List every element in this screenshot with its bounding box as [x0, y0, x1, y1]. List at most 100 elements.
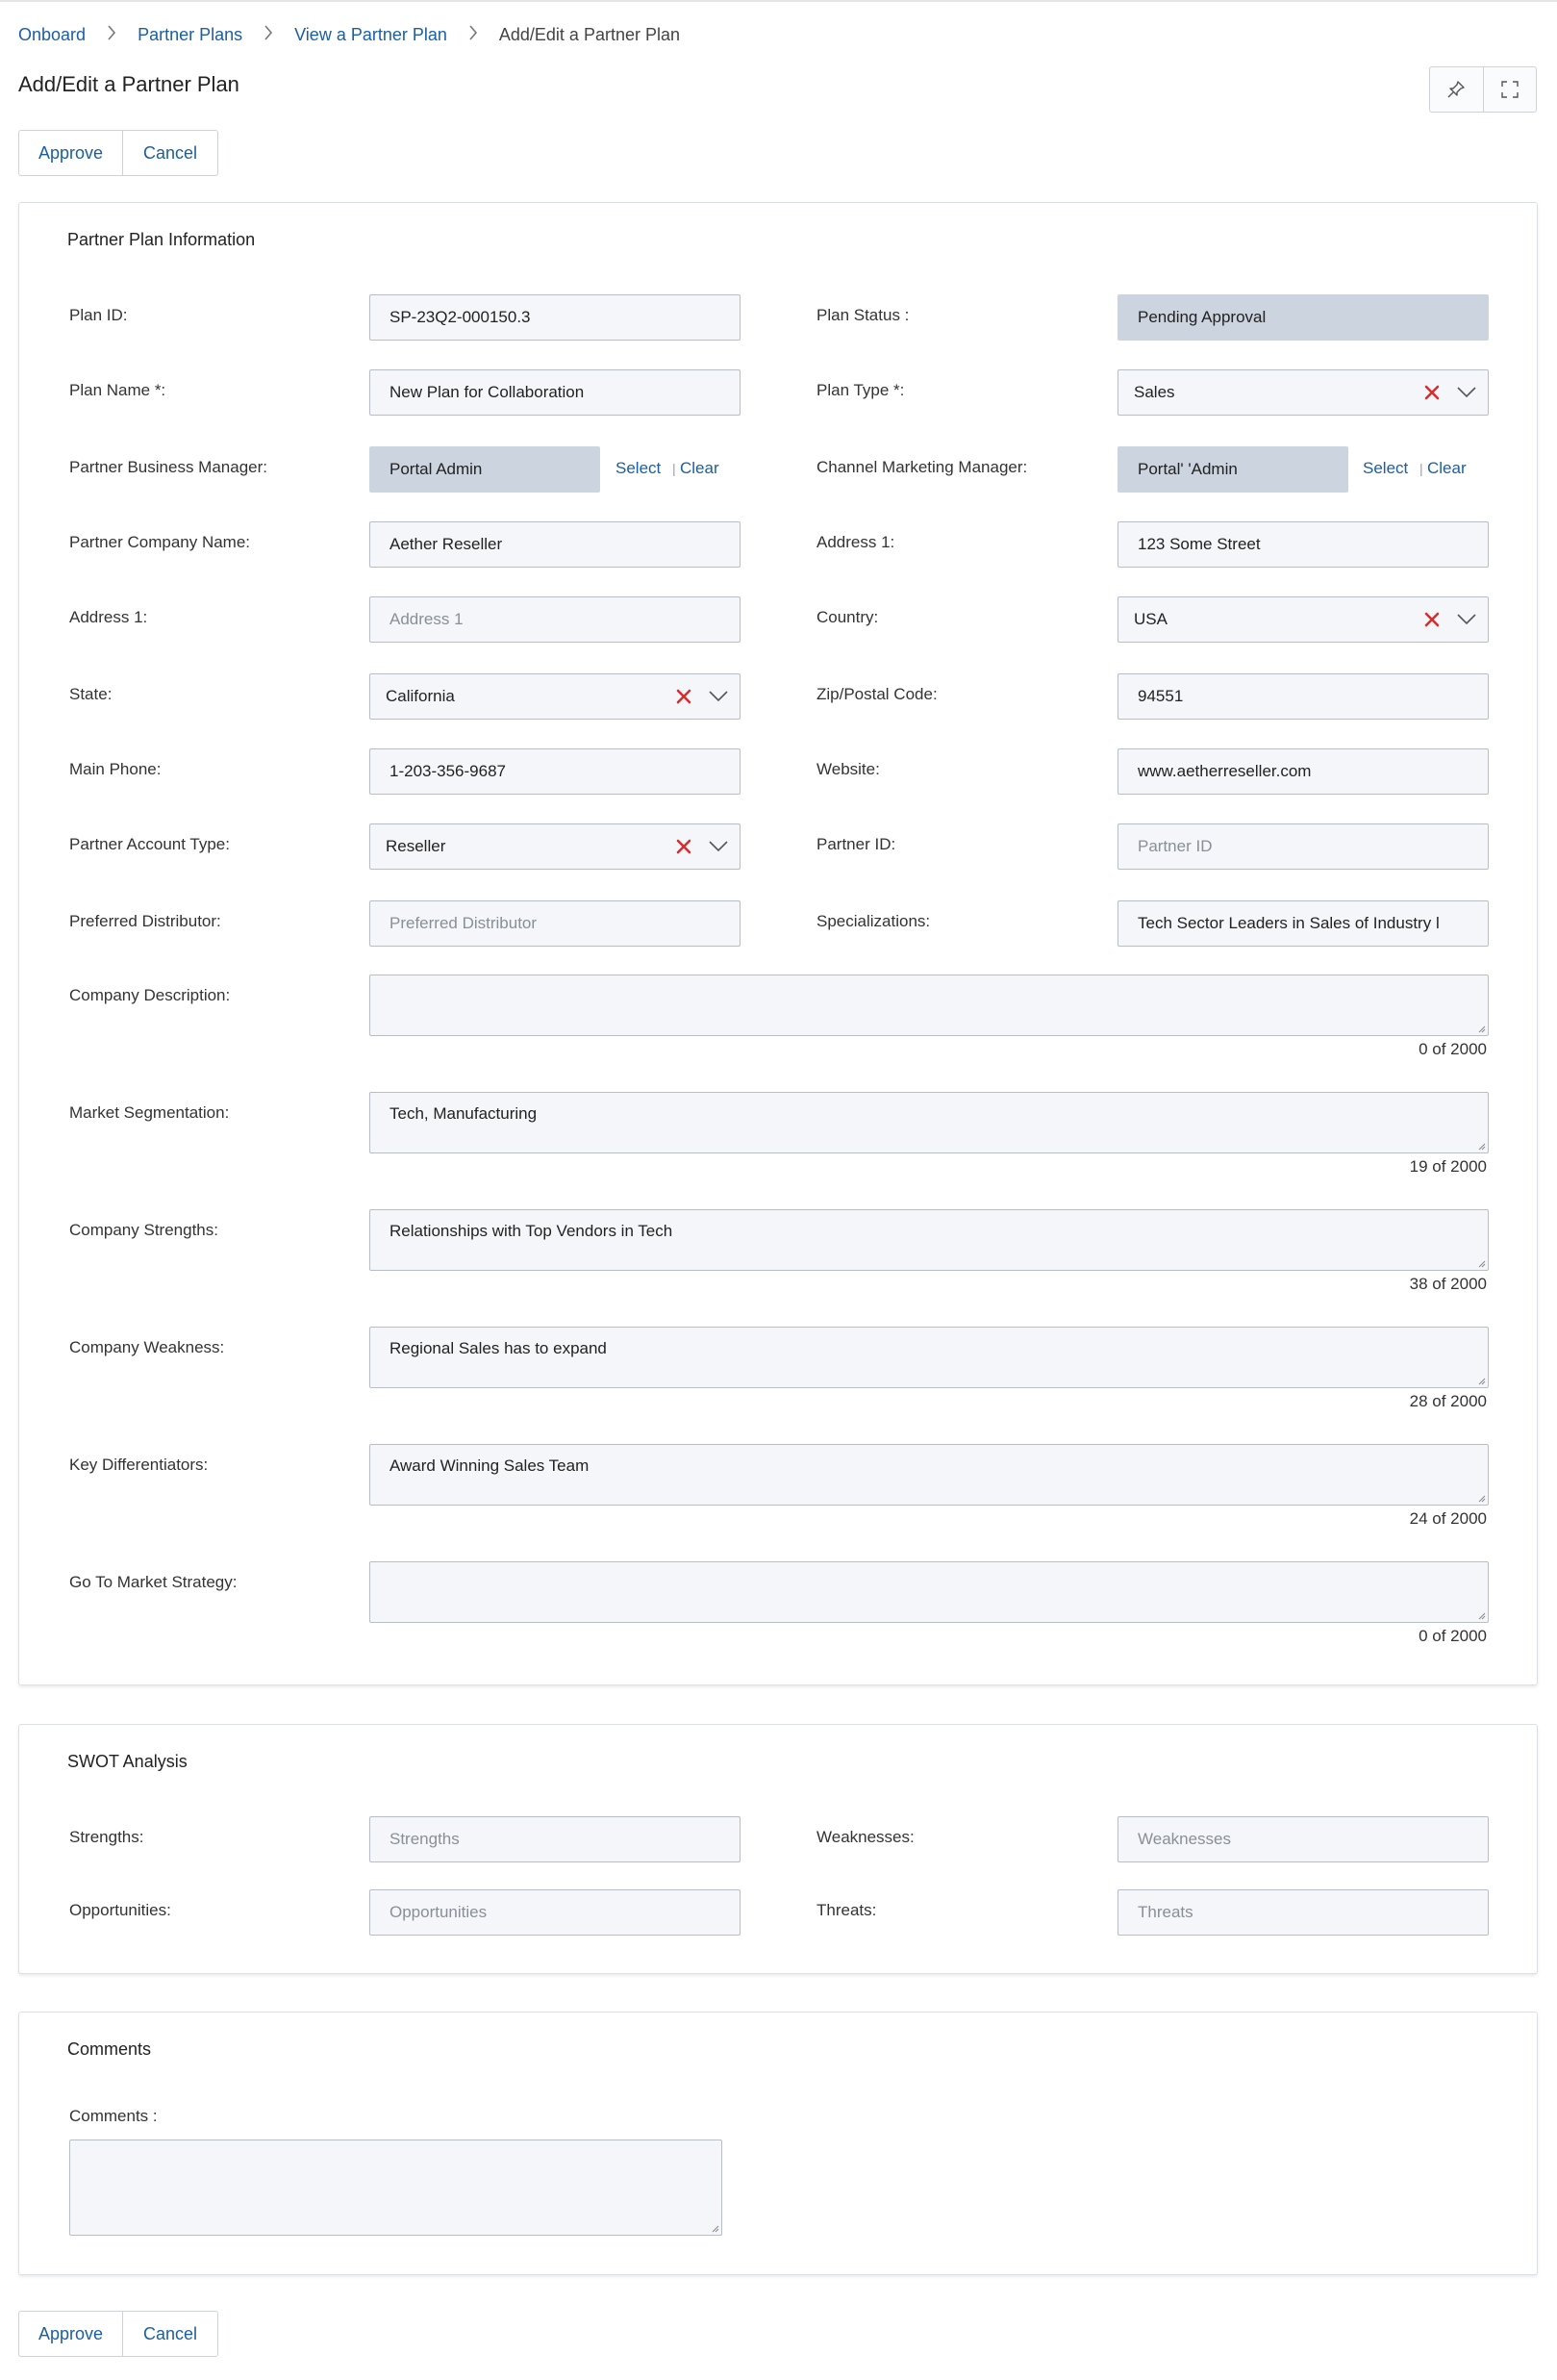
- country-label: Country:: [816, 608, 879, 626]
- pbm-field: Portal Admin: [369, 446, 600, 493]
- swot-weaknesses-field[interactable]: Weaknesses: [1118, 1816, 1489, 1862]
- address1-right-label: Address 1:: [816, 533, 895, 551]
- resize-grip-icon[interactable]: [1476, 1610, 1486, 1620]
- cancel-button[interactable]: Cancel: [122, 2312, 217, 2356]
- plan-name-field[interactable]: New Plan for Collaboration: [369, 369, 741, 416]
- zip-label: Zip/Postal Code:: [816, 685, 938, 703]
- key-differentiators-counter: 24 of 2000: [1409, 1509, 1487, 1528]
- country-value: USA: [1134, 610, 1168, 628]
- section-title-comments: Comments: [67, 2039, 152, 2059]
- header-icon-group: [1429, 66, 1537, 113]
- breadcrumb: Onboard Partner Plans View a Partner Pla…: [18, 23, 680, 46]
- company-strengths-counter: 38 of 2000: [1409, 1275, 1487, 1293]
- cmm-select-link[interactable]: Select: [1363, 459, 1408, 478]
- clear-x-icon[interactable]: [674, 687, 693, 706]
- account-type-value: Reseller: [386, 837, 446, 855]
- swot-weaknesses-label: Weaknesses:: [816, 1828, 915, 1846]
- swot-opportunities-label: Opportunities:: [69, 1901, 171, 1919]
- phone-field[interactable]: 1-203-356-9687: [369, 748, 741, 795]
- plan-status-field: Pending Approval: [1118, 294, 1489, 341]
- approve-button[interactable]: Approve: [19, 2312, 122, 2356]
- partner-id-label: Partner ID:: [816, 835, 896, 853]
- resize-grip-icon[interactable]: [1476, 1376, 1486, 1385]
- swot-threats-field[interactable]: Threats: [1118, 1889, 1489, 1936]
- partner-id-field[interactable]: Partner ID: [1118, 823, 1489, 870]
- resize-grip-icon[interactable]: [1476, 1493, 1486, 1503]
- account-type-select[interactable]: Reseller: [369, 823, 741, 870]
- chevron-down-icon[interactable]: [709, 839, 728, 852]
- chevron-down-icon[interactable]: [709, 689, 728, 702]
- company-weakness-textarea[interactable]: Regional Sales has to expand: [369, 1327, 1489, 1388]
- clear-x-icon[interactable]: [674, 837, 693, 856]
- key-differentiators-textarea[interactable]: Award Winning Sales Team: [369, 1444, 1489, 1506]
- chevron-down-icon[interactable]: [1457, 385, 1476, 398]
- gtm-strategy-label: Go To Market Strategy:: [69, 1573, 238, 1591]
- bottom-action-buttons: Approve Cancel: [18, 2311, 218, 2357]
- address1-right-field[interactable]: 123 Some Street: [1118, 521, 1489, 568]
- distributor-field[interactable]: Preferred Distributor: [369, 900, 741, 947]
- company-name-field[interactable]: Aether Reseller: [369, 521, 741, 568]
- website-field[interactable]: www.aetherreseller.com: [1118, 748, 1489, 795]
- partner-plan-info-card: Partner Plan Information Plan ID: SP-23Q…: [18, 202, 1538, 1685]
- company-strengths-textarea[interactable]: Relationships with Top Vendors in Tech: [369, 1209, 1489, 1271]
- specializations-field[interactable]: Tech Sector Leaders in Sales of Industry…: [1118, 900, 1489, 947]
- pbm-label: Partner Business Manager:: [69, 458, 267, 476]
- market-segmentation-value: Tech, Manufacturing: [389, 1104, 538, 1123]
- zip-field[interactable]: 94551: [1118, 673, 1489, 720]
- address1-left-label: Address 1:: [69, 608, 148, 626]
- resize-grip-icon[interactable]: [1476, 1141, 1486, 1151]
- resize-grip-icon[interactable]: [710, 2223, 719, 2233]
- plan-id-label: Plan ID:: [69, 306, 128, 324]
- company-strengths-value: Relationships with Top Vendors in Tech: [389, 1222, 673, 1240]
- approve-button[interactable]: Approve: [19, 131, 122, 175]
- chevron-down-icon[interactable]: [1457, 612, 1476, 625]
- country-select[interactable]: USA: [1118, 596, 1489, 643]
- swot-opportunities-field[interactable]: Opportunities: [369, 1889, 741, 1936]
- swot-card: SWOT Analysis Strengths: Strengths Weakn…: [18, 1724, 1538, 1974]
- state-select[interactable]: California: [369, 673, 741, 720]
- link-divider: |: [1419, 461, 1423, 476]
- plan-id-field[interactable]: SP-23Q2-000150.3: [369, 294, 741, 341]
- link-divider: |: [672, 461, 676, 476]
- breadcrumb-current: Add/Edit a Partner Plan: [498, 24, 681, 44]
- pin-icon[interactable]: [1430, 67, 1483, 112]
- comments-textarea[interactable]: [69, 2139, 722, 2236]
- breadcrumb-partner-plans[interactable]: Partner Plans: [138, 25, 242, 45]
- breadcrumb-onboard[interactable]: Onboard: [18, 25, 86, 45]
- comments-card: Comments Comments :: [18, 2012, 1538, 2275]
- cmm-clear-link[interactable]: Clear: [1427, 459, 1467, 478]
- company-name-label: Partner Company Name:: [69, 533, 251, 551]
- company-weakness-value: Regional Sales has to expand: [389, 1339, 607, 1357]
- swot-strengths-field[interactable]: Strengths: [369, 1816, 741, 1862]
- plan-status-label: Plan Status :: [816, 306, 910, 324]
- distributor-label: Preferred Distributor:: [69, 912, 221, 930]
- company-description-label: Company Description:: [69, 986, 231, 1004]
- gtm-strategy-counter: 0 of 2000: [1419, 1627, 1487, 1645]
- swot-threats-label: Threats:: [816, 1901, 877, 1919]
- address1-left-field[interactable]: Address 1: [369, 596, 741, 643]
- clear-x-icon[interactable]: [1422, 383, 1442, 402]
- cancel-button[interactable]: Cancel: [122, 131, 217, 175]
- pbm-select-link[interactable]: Select: [615, 459, 661, 478]
- clear-x-icon[interactable]: [1422, 610, 1442, 629]
- state-label: State:: [69, 685, 113, 703]
- section-title-plan-info: Partner Plan Information: [67, 230, 256, 249]
- market-segmentation-label: Market Segmentation:: [69, 1103, 230, 1122]
- resize-grip-icon[interactable]: [1476, 1024, 1486, 1033]
- gtm-strategy-textarea[interactable]: [369, 1561, 1489, 1623]
- plan-type-label: Plan Type *:: [816, 381, 905, 399]
- comments-label: Comments :: [69, 2107, 158, 2125]
- company-description-counter: 0 of 2000: [1419, 1040, 1487, 1058]
- cmm-field: Portal' 'Admin: [1118, 446, 1348, 493]
- website-label: Website:: [816, 760, 880, 778]
- top-action-buttons: Approve Cancel: [18, 130, 218, 176]
- swot-strengths-label: Strengths:: [69, 1828, 144, 1846]
- fullscreen-icon[interactable]: [1482, 67, 1536, 112]
- plan-type-select[interactable]: Sales: [1118, 369, 1489, 416]
- plan-type-value: Sales: [1134, 383, 1175, 401]
- pbm-clear-link[interactable]: Clear: [680, 459, 719, 478]
- market-segmentation-textarea[interactable]: Tech, Manufacturing: [369, 1092, 1489, 1153]
- breadcrumb-view-partner-plan[interactable]: View a Partner Plan: [294, 25, 447, 45]
- resize-grip-icon[interactable]: [1476, 1258, 1486, 1268]
- company-description-textarea[interactable]: [369, 975, 1489, 1036]
